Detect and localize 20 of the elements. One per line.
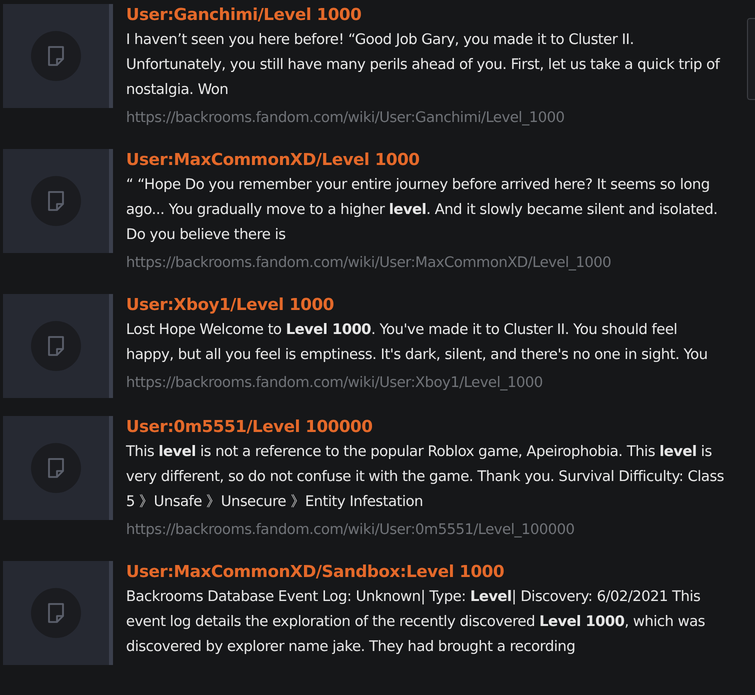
document-icon — [48, 46, 64, 66]
result-title[interactable]: User:MaxCommonXD/Sandbox:Level 1000 — [126, 561, 726, 583]
document-icon — [48, 603, 64, 623]
result-snippet: “ “Hope Do you remember your entire journey before arrived here? It seems so long ago... You gradually move to a higher level. And it slowly became silent and isolated. Do you believe there is — [126, 176, 718, 245]
result-url: https://backrooms.fandom.com/wiki/User:Ganchimi/Level_1000 — [126, 109, 566, 128]
document-icon — [48, 191, 64, 211]
document-icon — [48, 458, 64, 478]
result-url: https://backrooms.fandom.com/wiki/User:Xboy1/Level_1000 — [126, 374, 544, 393]
result-url: https://backrooms.fandom.com/wiki/User:0m5551/Level_100000 — [126, 521, 576, 540]
result-snippet: Backrooms Database Event Log: Unknown| Type: Level| Discovery: 6/02/2021 This event log details the exploration of the recently discovered Level 1000, which was discovered by explorer name jake. They had brought a recording — [126, 588, 706, 657]
scrollbar[interactable] — [747, 18, 755, 100]
result-title[interactable]: User:Xboy1/Level 1000 — [126, 294, 726, 316]
result-title[interactable]: User:0m5551/Level 100000 — [126, 416, 726, 438]
result-url: https://backrooms.fandom.com/wiki/User:MaxCommonXD/Level_1000 — [126, 254, 612, 273]
result-snippet: This level is not a reference to the popular Roblox game, Apeirophobia. This level is very different, so do not confuse it with the game. Thank you. Survival Difficulty: Class 5 》Unsafe 》Unsecure 》Entity Infestation — [126, 443, 726, 512]
result-snippet: Lost Hope Welcome to Level 1000. You've made it to Cluster II. You should feel happy, but all you feel is emptiness. It's dark, silent, and there's no one in sight. You — [126, 321, 709, 365]
result-title[interactable]: User:MaxCommonXD/Level 1000 — [126, 149, 726, 171]
result-title[interactable]: User:Ganchimi/Level 1000 — [126, 4, 726, 26]
document-icon — [48, 336, 64, 356]
result-snippet: I haven’t seen you here before! “Good Job Gary, you made it to Cluster II. Unfortunately, you still have many perils ahead of you. First, let us take a quick trip of nostalgia. Won — [126, 31, 722, 100]
